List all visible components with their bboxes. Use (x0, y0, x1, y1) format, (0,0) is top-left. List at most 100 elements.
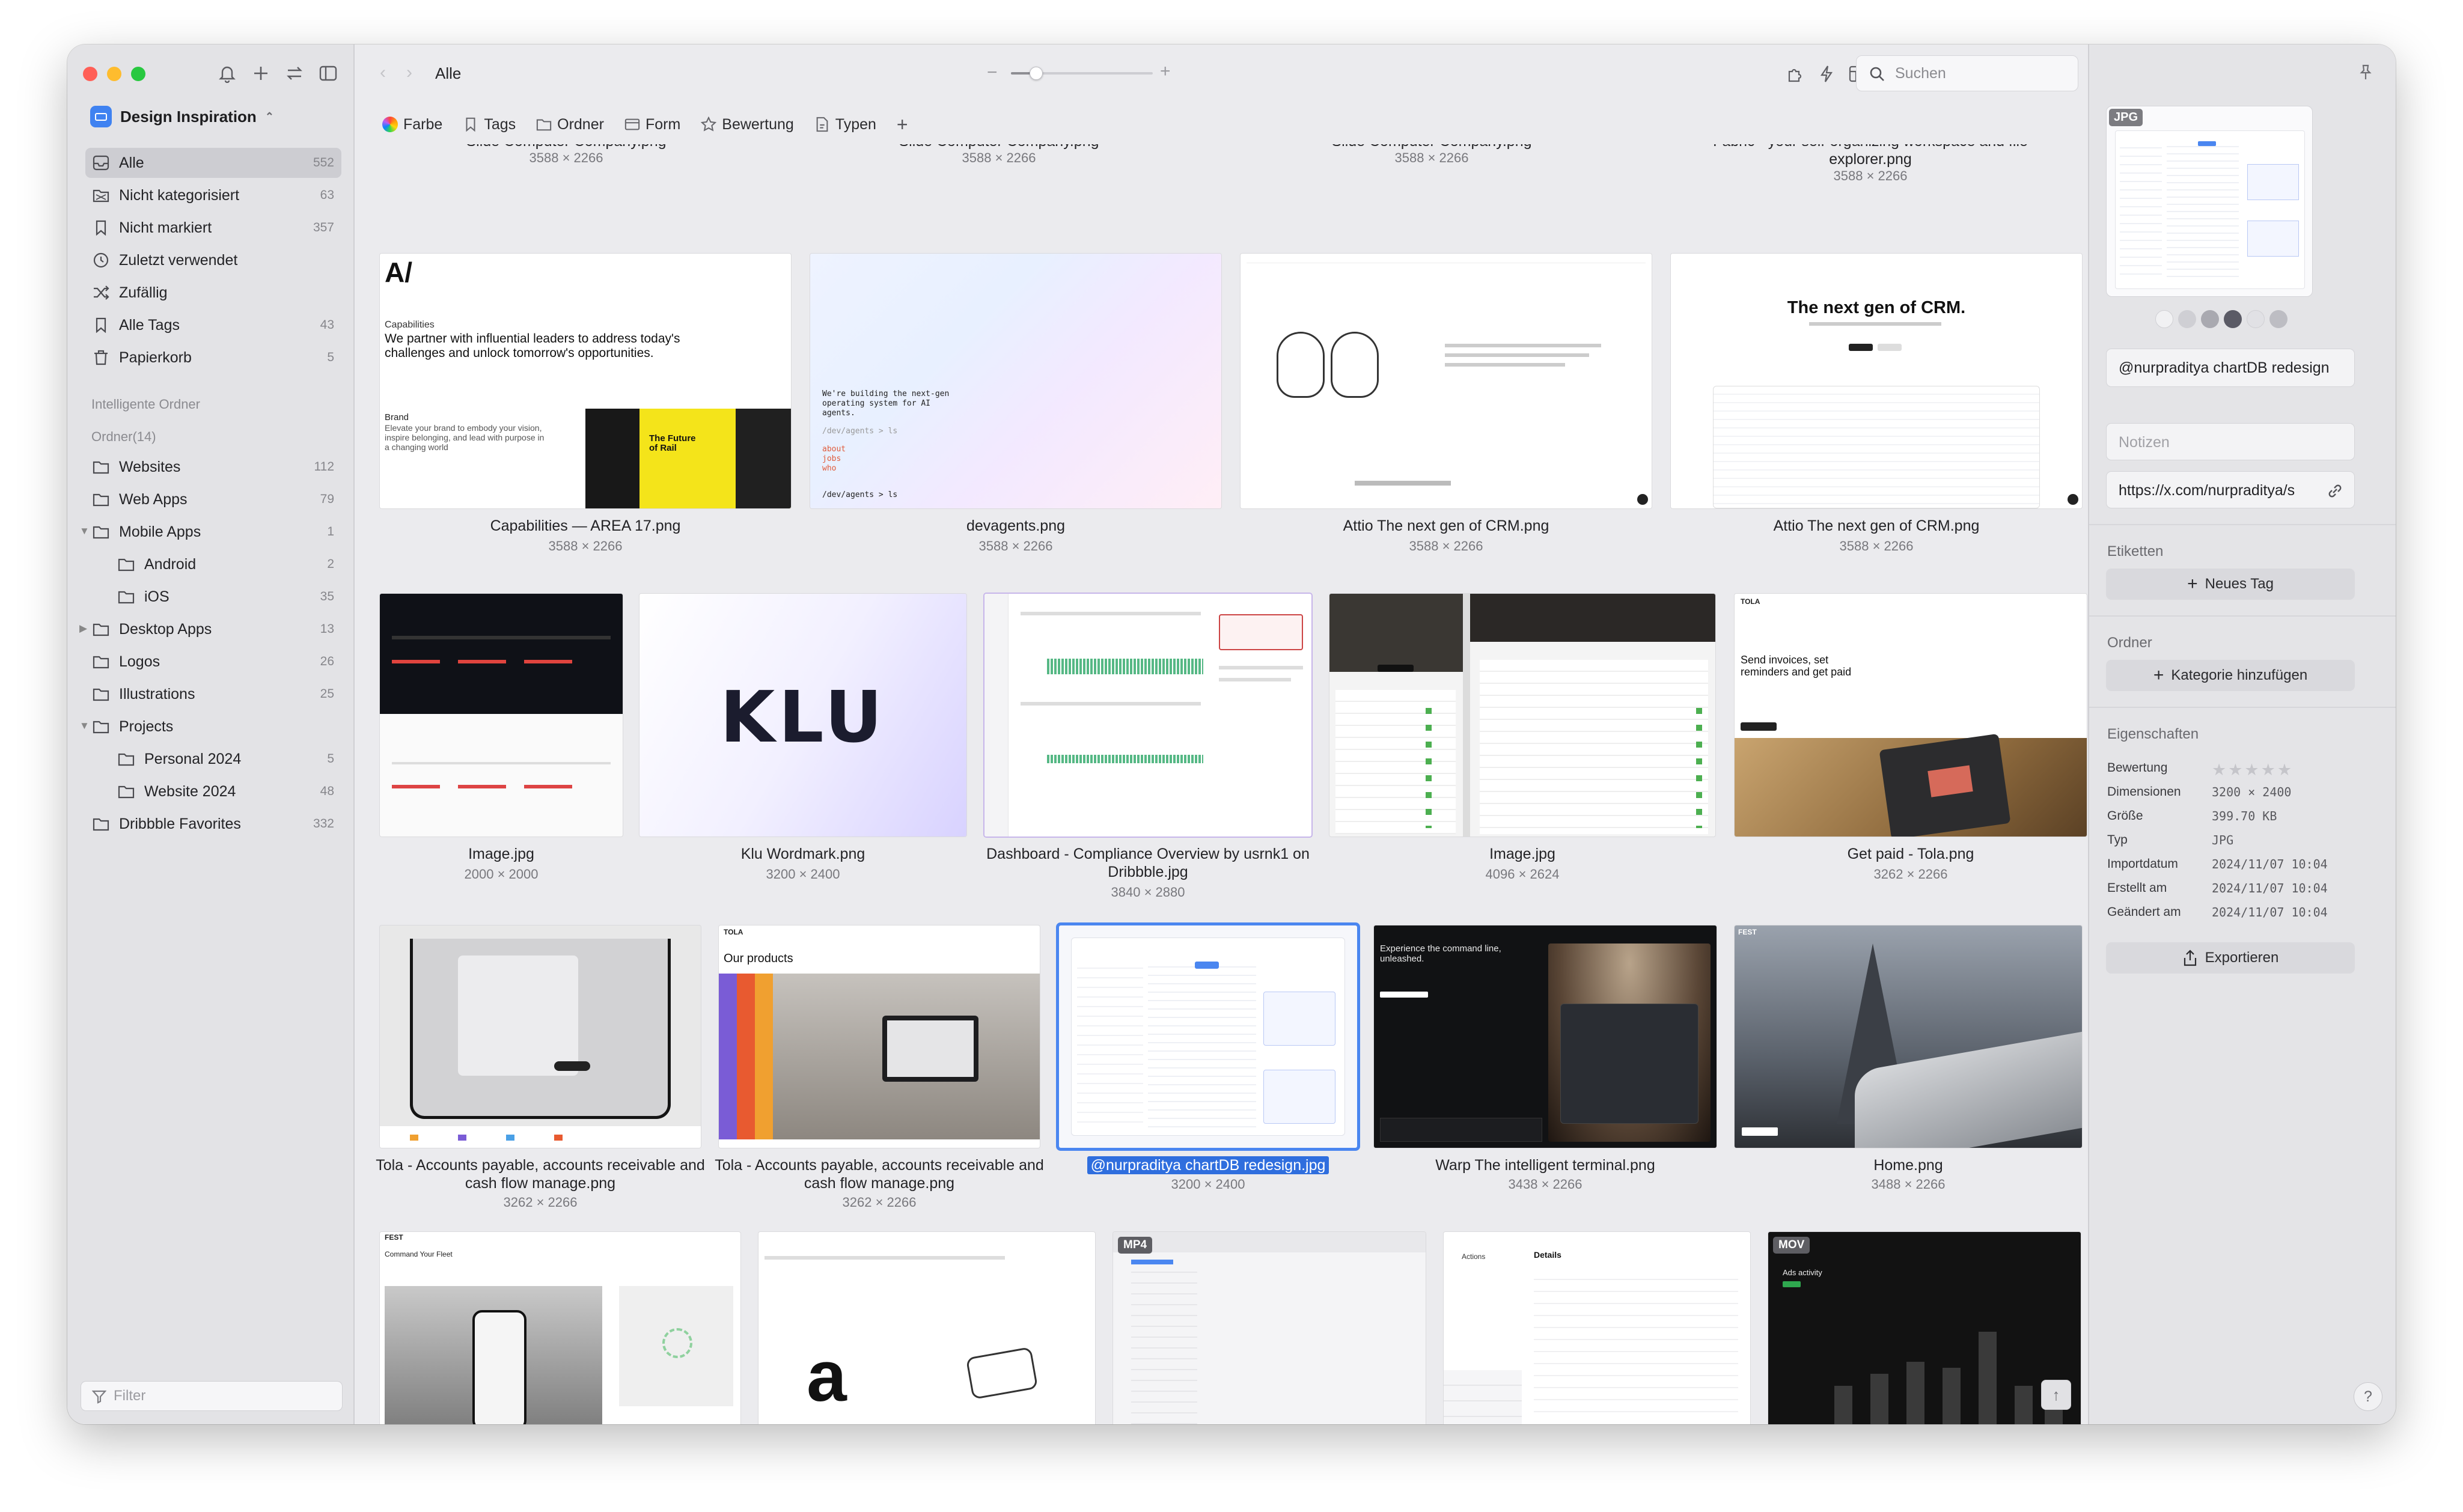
library-switcher[interactable]: Design Inspiration ⌃ (90, 106, 274, 127)
export-button[interactable]: Exportieren (2106, 942, 2355, 974)
sidebar-item-label: Desktop Apps (119, 620, 212, 638)
sidebar-folder-illustrations[interactable]: Illustrations 25 (85, 679, 341, 709)
sidebar-folder-projects[interactable]: ▼ Projects (79, 712, 341, 742)
zoom-in-icon[interactable]: + (1160, 61, 1171, 82)
button-label: Neues Tag (2205, 576, 2274, 592)
color-swatch[interactable] (2247, 310, 2265, 328)
sidebar-item-label: Dribbble Favorites (119, 815, 241, 832)
thumb-text: Actions (1462, 1252, 1486, 1261)
plus-icon: + (2153, 665, 2164, 685)
pin-icon[interactable] (2357, 64, 2374, 81)
folders-header[interactable]: Ordner(14) (91, 429, 156, 445)
search-icon (1870, 67, 1884, 81)
sidebar-item-label: iOS (144, 588, 169, 605)
tag-icon (466, 117, 475, 132)
rating-stars[interactable]: ★★★★★ (2212, 761, 2294, 779)
sidebar-item-uncategorized[interactable]: Nicht kategorisiert 63 (85, 180, 341, 210)
thumb-text: We partner with influential leaders to a… (385, 332, 680, 360)
sidebar-item-trash[interactable]: Papierkorb 5 (85, 343, 341, 373)
extension-icon[interactable] (1784, 62, 1807, 85)
tile-dims: 3200 × 2400 (766, 867, 840, 882)
sidebar-item-count: 2 (327, 557, 334, 571)
link-icon[interactable] (2325, 481, 2345, 501)
tile-caption: @nurpraditya chartDB redesign.jpg (1041, 1156, 1375, 1174)
swap-icon[interactable] (284, 61, 305, 85)
folder-icon (118, 558, 135, 572)
smart-folders-header[interactable]: Intelligente Ordner (91, 397, 200, 412)
sidebar-folder-personal-2024[interactable]: Personal 2024 5 (111, 744, 341, 774)
folder-icon (118, 753, 135, 766)
bell-icon[interactable] (216, 61, 238, 85)
filter-color[interactable]: Farbe (382, 116, 442, 133)
sidebar-toolbar (216, 61, 339, 85)
new-tag-button[interactable]: + Neues Tag (2106, 569, 2355, 600)
sidebar-item-recent[interactable]: Zuletzt verwendet (85, 245, 341, 275)
file-type-icon (816, 117, 828, 132)
zoom-knob[interactable] (1030, 67, 1043, 80)
sidebar-folder-websites[interactable]: Websites 112 (85, 452, 341, 482)
zoom-out-icon[interactable]: − (987, 62, 998, 83)
filter-types[interactable]: Typen (814, 116, 876, 133)
library-name: Design Inspiration (120, 107, 257, 126)
sidebar-filter-input[interactable]: Filter (81, 1381, 343, 1411)
chevron-down-icon[interactable]: ▼ (79, 525, 90, 537)
shuffle-icon (94, 285, 109, 300)
sidebar-folder-mobile-apps[interactable]: ▼ Mobile Apps 1 (79, 517, 341, 547)
zoom-slider[interactable]: − + (987, 61, 1173, 82)
filter-tags[interactable]: Tags (463, 116, 516, 133)
sidebar-item-alle[interactable]: Alle 552 (85, 148, 341, 178)
color-swatch[interactable] (2224, 310, 2242, 328)
sidebar-folder-website-2024[interactable]: Website 2024 48 (111, 776, 341, 806)
forward-arrow-icon[interactable]: › (406, 62, 412, 83)
breadcrumb: Alle (435, 64, 462, 82)
zoom-window-button[interactable] (131, 67, 145, 81)
color-swatch[interactable] (2178, 310, 2196, 328)
sidebar-item-all-tags[interactable]: Alle Tags 43 (85, 310, 341, 340)
button-label: Exportieren (2205, 950, 2279, 966)
tile-dims: 3588 × 2266 (962, 150, 1036, 165)
search-input[interactable]: Suchen (1856, 55, 2078, 91)
thumb-text: /dev/agents > ls (822, 490, 898, 499)
filter-folders[interactable]: Ordner (536, 116, 604, 133)
lightning-icon[interactable] (1815, 62, 1838, 85)
sidebar-folder-dribbble-favorites[interactable]: Dribbble Favorites 332 (85, 809, 341, 839)
color-swatch[interactable] (2269, 310, 2288, 328)
prop-value: 2024/11/07 10:04 (2212, 905, 2328, 919)
back-arrow-icon[interactable]: ‹ (380, 62, 386, 83)
add-category-button[interactable]: + Kategorie hinzufügen (2106, 660, 2355, 691)
url-field[interactable]: https://x.com/nurpraditya/s (2106, 471, 2355, 508)
chevron-right-icon[interactable]: ▶ (79, 623, 87, 635)
sidebar-toggle-icon[interactable] (317, 61, 339, 85)
chevron-down-icon[interactable]: ▼ (79, 720, 90, 732)
sidebar-folder-logos[interactable]: Logos 26 (85, 647, 341, 677)
notes-field[interactable]: Notizen (2106, 423, 2355, 460)
sidebar-folder-ios[interactable]: iOS 35 (111, 582, 341, 612)
tile-dims: 3588 × 2266 (529, 150, 603, 165)
thumb-text: The Future of Rail (649, 433, 696, 453)
color-swatch[interactable] (2155, 310, 2173, 328)
tile-caption: Klu Wordmark.png (740, 846, 865, 862)
tile-caption: Capabilities — AREA 17.png (490, 517, 681, 534)
bar-chart-graphic (1834, 1332, 2063, 1424)
filter-shape[interactable]: Form (624, 116, 680, 133)
add-filter-button[interactable]: + (897, 114, 908, 136)
sidebar-folder-desktop-apps[interactable]: ▶ Desktop Apps 13 (79, 614, 341, 644)
sidebar-item-random[interactable]: Zufällig (85, 278, 341, 308)
minimize-window-button[interactable] (107, 67, 121, 81)
sidebar-item-label: Nicht markiert (119, 219, 212, 236)
plus-icon[interactable] (250, 61, 272, 85)
title-field[interactable]: @nurpraditya chartDB redesign (2106, 349, 2355, 387)
close-window-button[interactable] (83, 67, 97, 81)
prop-size: Größe 399.70 KB (2107, 809, 2360, 831)
sidebar-item-label: Nicht kategorisiert (119, 186, 240, 204)
scroll-to-top-button[interactable]: ↑ (2041, 1380, 2071, 1410)
sidebar-item-untagged[interactable]: Nicht markiert 357 (85, 213, 341, 243)
help-button[interactable]: ? (2354, 1382, 2382, 1411)
sidebar-item-count: 112 (314, 460, 334, 474)
filter-rating[interactable]: Bewertung (701, 116, 794, 133)
toolbar: ‹ › Alle − + Suchen (356, 44, 2088, 105)
preview-image[interactable]: JPG (2106, 106, 2313, 297)
sidebar-folder-android[interactable]: Android 2 (111, 549, 341, 579)
sidebar-folder-web-apps[interactable]: Web Apps 79 (85, 484, 341, 514)
color-swatch[interactable] (2201, 310, 2219, 328)
